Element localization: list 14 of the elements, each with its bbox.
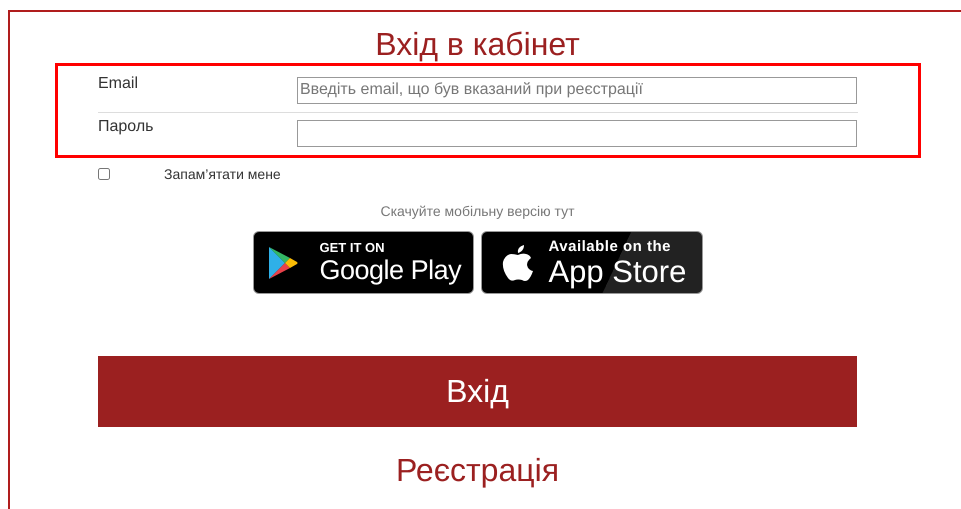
google-play-badge[interactable]: GET IT ON Google Play: [252, 231, 474, 294]
login-button[interactable]: Вхід: [98, 356, 857, 427]
apple-icon: [502, 244, 534, 282]
field-label: Email: [98, 75, 140, 93]
app-store-badge[interactable]: Available on the App Store: [480, 231, 702, 294]
register-link[interactable]: Реєстрація: [396, 452, 560, 489]
play-triangle-icon: [268, 246, 298, 280]
field-label: Пароль: [98, 118, 155, 136]
remember-checkbox[interactable]: [98, 168, 110, 180]
input-field[interactable]: [297, 120, 857, 146]
input-field[interactable]: Введіть email, що був вказаний при реєстрації: [297, 76, 857, 104]
download-text: Скачуйте мобільну версію тут: [380, 203, 575, 219]
page-title: Вхід в кабінет: [375, 26, 580, 62]
remember-label: Запам’ятати мене: [164, 166, 281, 182]
